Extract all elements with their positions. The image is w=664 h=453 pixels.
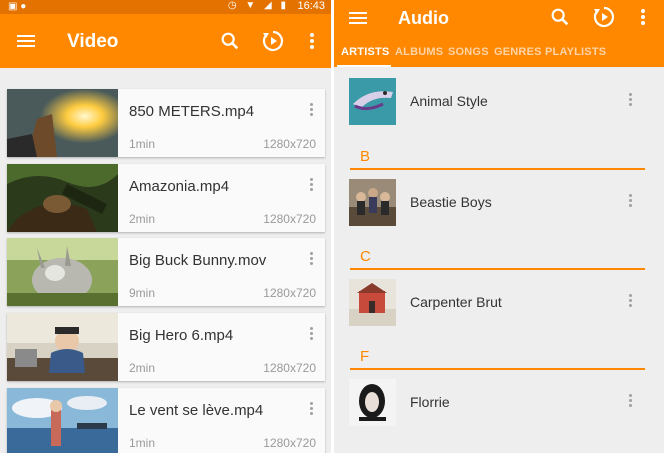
more-vert-icon[interactable] bbox=[631, 5, 655, 29]
section-header-c: C bbox=[350, 246, 645, 270]
video-thumbnail bbox=[7, 164, 118, 232]
more-vert-icon[interactable] bbox=[305, 250, 317, 270]
system-icons: ◷ ▼ ◢ ▮ bbox=[227, 0, 289, 11]
artist-name: Beastie Boys bbox=[410, 194, 492, 210]
more-vert-icon[interactable] bbox=[624, 392, 636, 412]
video-resolution: 1280x720 bbox=[263, 286, 316, 300]
audio-tabs: ARTISTS ALBUMS SONGS GENRES PLAYLISTS bbox=[334, 42, 664, 67]
video-item[interactable]: Le vent se lève.mp4 1min 1280x720 bbox=[7, 388, 325, 453]
page-title: Audio bbox=[398, 8, 449, 28]
video-thumbnail bbox=[7, 313, 118, 381]
audio-screen: Audio ARTISTS ALBUMS SONGS GENRES PLAYLI… bbox=[334, 0, 664, 453]
section-letter: F bbox=[360, 348, 370, 365]
status-time: 16:43 bbox=[297, 0, 325, 12]
tab-artists[interactable]: ARTISTS bbox=[341, 46, 389, 58]
tab-genres[interactable]: GENRES bbox=[494, 46, 542, 58]
video-resolution: 1280x720 bbox=[263, 361, 316, 375]
artist-avatar bbox=[349, 179, 396, 226]
section-letter: B bbox=[360, 148, 371, 165]
artist-item[interactable]: Florrie bbox=[334, 379, 664, 435]
artist-name: Florrie bbox=[410, 394, 450, 410]
artist-avatar bbox=[349, 78, 396, 125]
section-header-b: B bbox=[350, 146, 645, 170]
video-title: Big Buck Bunny.mov bbox=[129, 252, 267, 269]
video-duration: 9min bbox=[129, 286, 156, 300]
video-duration: 1min bbox=[129, 137, 156, 151]
video-resolution: 1280x720 bbox=[263, 436, 316, 450]
tab-albums[interactable]: ALBUMS bbox=[395, 46, 443, 58]
video-toolbar: Video bbox=[0, 14, 331, 68]
video-item[interactable]: Amazonia.mp4 2min 1280x720 bbox=[7, 164, 325, 232]
more-vert-icon[interactable] bbox=[624, 292, 636, 312]
active-tab-indicator bbox=[337, 65, 391, 67]
search-icon[interactable] bbox=[218, 29, 242, 53]
video-title: 850 METERS.mp4 bbox=[129, 103, 255, 120]
status-bar: ▣ ● ◷ ▼ ◢ ▮ 16:43 bbox=[0, 0, 331, 14]
artist-item[interactable]: Beastie Boys bbox=[334, 179, 664, 235]
artist-avatar bbox=[349, 279, 396, 326]
artist-name: Animal Style bbox=[410, 93, 488, 109]
video-item[interactable]: Big Buck Bunny.mov 9min 1280x720 bbox=[7, 238, 325, 306]
video-title: Le vent se lève.mp4 bbox=[129, 402, 264, 419]
more-vert-icon[interactable] bbox=[624, 192, 636, 212]
tab-songs[interactable]: SONGS bbox=[448, 46, 489, 58]
video-item[interactable]: Big Hero 6.mp4 2min 1280x720 bbox=[7, 313, 325, 381]
artist-item[interactable]: Animal Style bbox=[334, 78, 664, 134]
artist-item[interactable]: Carpenter Brut bbox=[334, 279, 664, 335]
search-icon[interactable] bbox=[548, 5, 572, 29]
tab-playlists[interactable]: PLAYLISTS bbox=[545, 46, 606, 58]
video-thumbnail bbox=[7, 388, 118, 453]
menu-icon[interactable] bbox=[14, 29, 38, 53]
video-resolution: 1280x720 bbox=[263, 212, 316, 226]
video-thumbnail bbox=[7, 89, 118, 157]
more-vert-icon[interactable] bbox=[300, 29, 324, 53]
video-duration: 2min bbox=[129, 212, 156, 226]
video-title: Amazonia.mp4 bbox=[129, 178, 230, 195]
more-vert-icon[interactable] bbox=[305, 101, 317, 121]
notification-icons: ▣ ● bbox=[8, 1, 27, 12]
artist-name: Carpenter Brut bbox=[410, 294, 502, 310]
video-resolution: 1280x720 bbox=[263, 137, 316, 151]
audio-toolbar: Audio ARTISTS ALBUMS SONGS GENRES PLAYLI… bbox=[334, 0, 664, 67]
more-vert-icon[interactable] bbox=[624, 91, 636, 111]
menu-icon[interactable] bbox=[346, 6, 370, 30]
video-duration: 1min bbox=[129, 436, 156, 450]
video-screen: ▣ ● ◷ ▼ ◢ ▮ 16:43 Video 850 METERS.mp4 1… bbox=[0, 0, 331, 453]
artist-avatar bbox=[349, 379, 396, 426]
page-title: Video bbox=[67, 31, 119, 52]
video-duration: 2min bbox=[129, 361, 156, 375]
resume-playback-icon[interactable] bbox=[592, 5, 616, 29]
more-vert-icon[interactable] bbox=[305, 325, 317, 345]
video-title: Big Hero 6.mp4 bbox=[129, 327, 234, 344]
section-letter: C bbox=[360, 248, 371, 265]
video-thumbnail bbox=[7, 238, 118, 306]
more-vert-icon[interactable] bbox=[305, 400, 317, 420]
resume-playback-icon[interactable] bbox=[261, 29, 285, 53]
video-item[interactable]: 850 METERS.mp4 1min 1280x720 bbox=[7, 89, 325, 157]
more-vert-icon[interactable] bbox=[305, 176, 317, 196]
section-header-f: F bbox=[350, 346, 645, 370]
